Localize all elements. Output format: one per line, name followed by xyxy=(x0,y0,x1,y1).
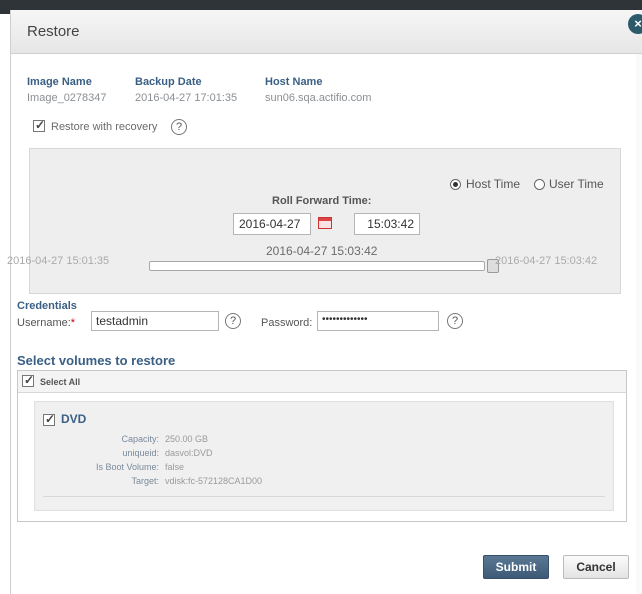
username-help-icon[interactable]: ? xyxy=(225,313,241,329)
range-end-label: 2016-04-27 15:03:42 xyxy=(495,255,598,267)
host-time-radio[interactable] xyxy=(450,179,461,190)
roll-forward-time-input[interactable]: 15:03:42 xyxy=(354,213,420,235)
dialog-title-bar: Restore xyxy=(11,10,642,54)
uniqueid-label: uniqueid: xyxy=(122,448,159,458)
restore-with-recovery-label: Restore with recovery xyxy=(51,121,158,133)
username-label: Username:* xyxy=(17,317,76,329)
uniqueid-value: dasvol:DVD xyxy=(165,448,213,458)
backup-date-label: Backup Date xyxy=(135,76,202,88)
capacity-value: 250.00 GB xyxy=(165,434,209,444)
calendar-icon[interactable] xyxy=(318,217,332,229)
restore-dialog: Restore × Image Name Image_0278347 Backu… xyxy=(7,10,642,594)
target-label: Target: xyxy=(131,476,159,486)
range-start-label: 2016-04-27 15:01:35 xyxy=(7,255,110,267)
volume-card: DVD Capacity: 250.00 GB uniqueid: dasvol… xyxy=(34,401,614,511)
user-time-radio[interactable] xyxy=(534,179,545,190)
select-all-bar: Select All xyxy=(18,371,626,393)
time-slider-track[interactable] xyxy=(149,261,485,271)
dialog-scrollbar[interactable] xyxy=(636,54,642,594)
host-name-label: Host Name xyxy=(265,76,323,88)
host-name-value: sun06.sqa.actifio.com xyxy=(265,92,372,104)
password-label: Password: xyxy=(261,317,313,329)
roll-forward-label: Roll Forward Time: xyxy=(272,195,372,207)
volume-name: DVD xyxy=(61,412,87,426)
volume-checkbox[interactable] xyxy=(43,412,55,426)
boot-volume-value: false xyxy=(165,462,185,472)
user-time-label: User Time xyxy=(549,177,604,191)
restore-with-recovery-checkbox[interactable] xyxy=(33,118,45,132)
capacity-label: Capacity: xyxy=(121,434,159,444)
credentials-label: Credentials xyxy=(17,300,77,312)
select-all-checkbox[interactable] xyxy=(22,373,34,387)
card-divider xyxy=(43,496,605,497)
username-input[interactable]: testadmin xyxy=(91,311,219,331)
volumes-box: Select All DVD Capacity: 250.00 GB uniqu… xyxy=(17,370,627,522)
host-time-label: Host Time xyxy=(466,177,521,191)
password-input[interactable]: ••••••••••••• xyxy=(317,311,439,331)
roll-forward-date-input[interactable]: 2016-04-27 xyxy=(233,213,311,235)
image-name-label: Image Name xyxy=(27,76,92,88)
boot-volume-label: Is Boot Volume: xyxy=(95,462,159,472)
password-help-icon[interactable]: ? xyxy=(447,313,463,329)
backup-date-value: 2016-04-27 17:01:35 xyxy=(135,92,238,104)
dialog-title: Restore xyxy=(27,23,80,40)
image-name-value: Image_0278347 xyxy=(27,92,107,104)
target-value: vdisk:fc-572128CA1D00 xyxy=(165,476,263,486)
select-all-label: Select All xyxy=(40,377,81,387)
volumes-section-title: Select volumes to restore xyxy=(17,353,176,368)
cancel-button[interactable]: Cancel xyxy=(563,555,629,579)
roll-forward-display: 2016-04-27 15:03:42 xyxy=(266,244,378,258)
recovery-help-icon[interactable]: ? xyxy=(171,119,187,135)
close-icon[interactable]: × xyxy=(628,14,642,34)
submit-button[interactable]: Submit xyxy=(483,555,549,579)
roll-forward-panel: Host Time User Time Roll Forward Time: 2… xyxy=(29,148,621,294)
